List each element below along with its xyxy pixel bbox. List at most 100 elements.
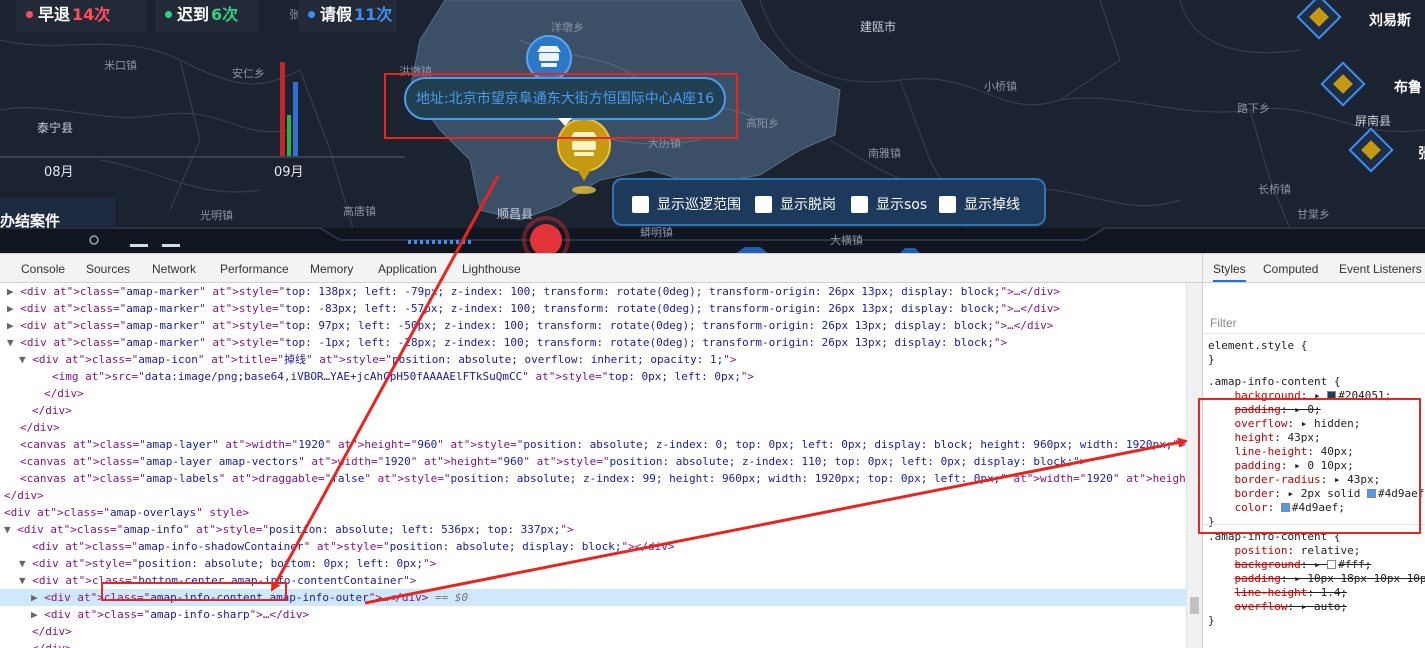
color-swatch-icon (1327, 560, 1337, 569)
rule-selector[interactable]: .amap-info-content { (1203, 375, 1425, 389)
map-dashboard: 洋墩乡 米口镇 洪墩镇 安仁乡 泰宁县 高阳乡 大历镇 建瓯市 小桥镇 路下乡 … (0, 0, 1425, 253)
tab-styles[interactable]: Styles (1213, 262, 1246, 282)
expand-arrow-icon: ▼ (19, 574, 26, 587)
style-declaration[interactable]: position: relative; (1203, 544, 1425, 558)
stat-value: 6次 (211, 5, 239, 24)
rule-close[interactable]: } (1203, 353, 1425, 367)
expand-arrow-icon: ▼ (19, 353, 26, 366)
user-name[interactable]: 刘易斯 (1369, 10, 1411, 30)
stat-leave: 请假 11次 (298, 0, 397, 32)
style-declaration[interactable]: line-height: 1.4; (1203, 586, 1425, 600)
dom-node-row[interactable]: </div> (0, 385, 1186, 402)
toggle-off-post[interactable]: 显示脱岗 (755, 195, 836, 213)
tab-network[interactable]: Network (152, 262, 196, 276)
dom-node-row[interactable]: ▼ <div at">class="amap-icon" at">title="… (0, 351, 1186, 368)
styles-filter-input[interactable]: Filter (1210, 316, 1237, 330)
status-dot (165, 11, 172, 18)
map-label: 高阳乡 (746, 117, 779, 130)
expand-arrow-icon: ▶ (7, 302, 14, 315)
map-label: 建瓯市 (860, 20, 897, 34)
dom-node-row[interactable]: <canvas at">class="amap-layer" at">width… (0, 436, 1186, 453)
dom-node-row[interactable]: ▶ <div at">class="amap-info-sharp">…</di… (0, 606, 1186, 623)
stat-value: 11次 (354, 5, 393, 24)
dom-node-row[interactable]: <canvas at">class="amap-layer amap-vecto… (0, 453, 1186, 470)
tab-event-listeners[interactable]: Event Listeners (1339, 262, 1422, 276)
expand-arrow-icon: ▼ (7, 336, 14, 349)
style-declaration[interactable]: overflow: ▸ auto; (1203, 600, 1425, 614)
elements-tree[interactable]: ▶ <div at">class="amap-marker" at">style… (0, 283, 1186, 648)
stat-early-leave: 早退 14次 (16, 0, 146, 32)
tab-sources[interactable]: Sources (86, 262, 130, 276)
map-label: 路下乡 (1237, 102, 1270, 115)
devtools-tab-bar: Console Sources Network Performance Memo… (0, 254, 1202, 283)
dom-node-row[interactable]: ▶ <div at">class="amap-marker" at">style… (0, 317, 1186, 334)
tab-performance[interactable]: Performance (220, 262, 289, 276)
dom-node-row[interactable]: ▶ <div at">class="amap-marker" at">style… (0, 283, 1186, 300)
dom-node-row[interactable]: <div at">class="amap-info-shadowContaine… (0, 538, 1186, 555)
map-label: 高唐镇 (343, 205, 376, 218)
rule-close[interactable]: } (1203, 614, 1425, 628)
toggle-patrol-range[interactable]: 显示巡逻范围 (632, 195, 741, 213)
dom-node-row[interactable]: ▼ <div at">class="bottom-center amap-inf… (0, 572, 1186, 589)
checkbox[interactable] (939, 195, 956, 213)
stat-value: 14次 (72, 5, 111, 24)
map-label: 洋墩乡 (551, 21, 584, 34)
stat-label: 请假 (320, 5, 353, 24)
dom-node-row[interactable]: <div at">class="amap-overlays" style> (0, 504, 1186, 521)
map-label: 小桥镇 (984, 80, 1017, 93)
toggle-label: 显示掉线 (964, 197, 1020, 213)
dom-node-row[interactable]: ▼ <div at">class="amap-marker" at">style… (0, 334, 1186, 351)
tab-memory[interactable]: Memory (310, 262, 353, 276)
dom-node-row[interactable]: </div> (0, 487, 1186, 504)
checkbox[interactable] (755, 195, 772, 213)
status-dot (308, 11, 315, 18)
dom-node-row[interactable]: <img at">src="data:image/png;base64,iVBO… (0, 368, 1186, 385)
toggle-sos[interactable]: 显示sos (851, 195, 927, 213)
annotation-box (384, 73, 738, 139)
panel-title: 办结案件 (0, 212, 61, 230)
dom-node-row[interactable]: <canvas at">class="amap-labels" at">drag… (0, 470, 1186, 487)
map-label: 甘棠乡 (1297, 208, 1330, 221)
dom-node-row[interactable]: </div> (0, 640, 1186, 648)
month-label: 09月 (274, 165, 304, 180)
toggle-label: 显示巡逻范围 (657, 197, 741, 213)
style-declaration[interactable]: padding: ▸ 10px 18px 10px 10px; (1203, 572, 1425, 586)
map-label: 蟒明镇 (640, 226, 673, 239)
dom-node-row[interactable]: </div> (0, 623, 1186, 640)
tab-application[interactable]: Application (378, 262, 437, 276)
element-style-selector[interactable]: element.style { (1203, 339, 1425, 353)
expand-arrow-icon: ▶ (7, 285, 14, 298)
checkbox[interactable] (851, 195, 868, 213)
map-label: 米口镇 (104, 59, 137, 72)
toggle-offline[interactable]: 显示掉线 (939, 195, 1020, 213)
dom-node-row[interactable]: </div> (0, 419, 1186, 436)
user-name[interactable]: 张 (1418, 143, 1425, 163)
expand-arrow-icon: ▼ (19, 557, 26, 570)
style-declaration[interactable]: background: ▸ #fff; (1203, 558, 1425, 572)
tab-computed[interactable]: Computed (1263, 262, 1318, 276)
tab-lighthouse[interactable]: Lighthouse (462, 262, 521, 276)
dom-node-row[interactable]: ▼ <div at">class="amap-info" at">style="… (0, 521, 1186, 538)
scrollbar-thumb[interactable] (1190, 597, 1199, 614)
month-label: 08月 (44, 165, 74, 180)
divider (1203, 333, 1425, 334)
expand-arrow-icon: ▶ (7, 319, 14, 332)
styles-tab-bar: Styles Computed Event Listeners (1203, 254, 1425, 283)
map-label: 南雅镇 (868, 147, 901, 160)
dom-node-row[interactable]: ▶ <div at">class="amap-info-content amap… (0, 589, 1186, 606)
tab-console[interactable]: Console (21, 262, 65, 276)
toggle-label: 显示sos (876, 197, 928, 213)
user-name[interactable]: 布鲁 (1394, 77, 1422, 97)
annotation-box (1198, 398, 1421, 534)
toggle-label: 显示脱岗 (780, 197, 836, 213)
map-label: 大横镇 (830, 234, 863, 247)
expand-arrow-icon: ▼ (4, 523, 11, 536)
stat-label: 早退 (38, 5, 71, 24)
checkbox[interactable] (632, 195, 649, 213)
dom-node-row[interactable]: </div> (0, 402, 1186, 419)
dom-node-row[interactable]: ▶ <div at">class="amap-marker" at">style… (0, 300, 1186, 317)
dom-node-row[interactable]: ▼ <div at">style="position: absolute; bo… (0, 555, 1186, 572)
expand-arrow-icon: ▶ (31, 591, 38, 604)
map-label: 长桥镇 (1258, 183, 1291, 196)
stat-label: 迟到 (177, 5, 210, 24)
